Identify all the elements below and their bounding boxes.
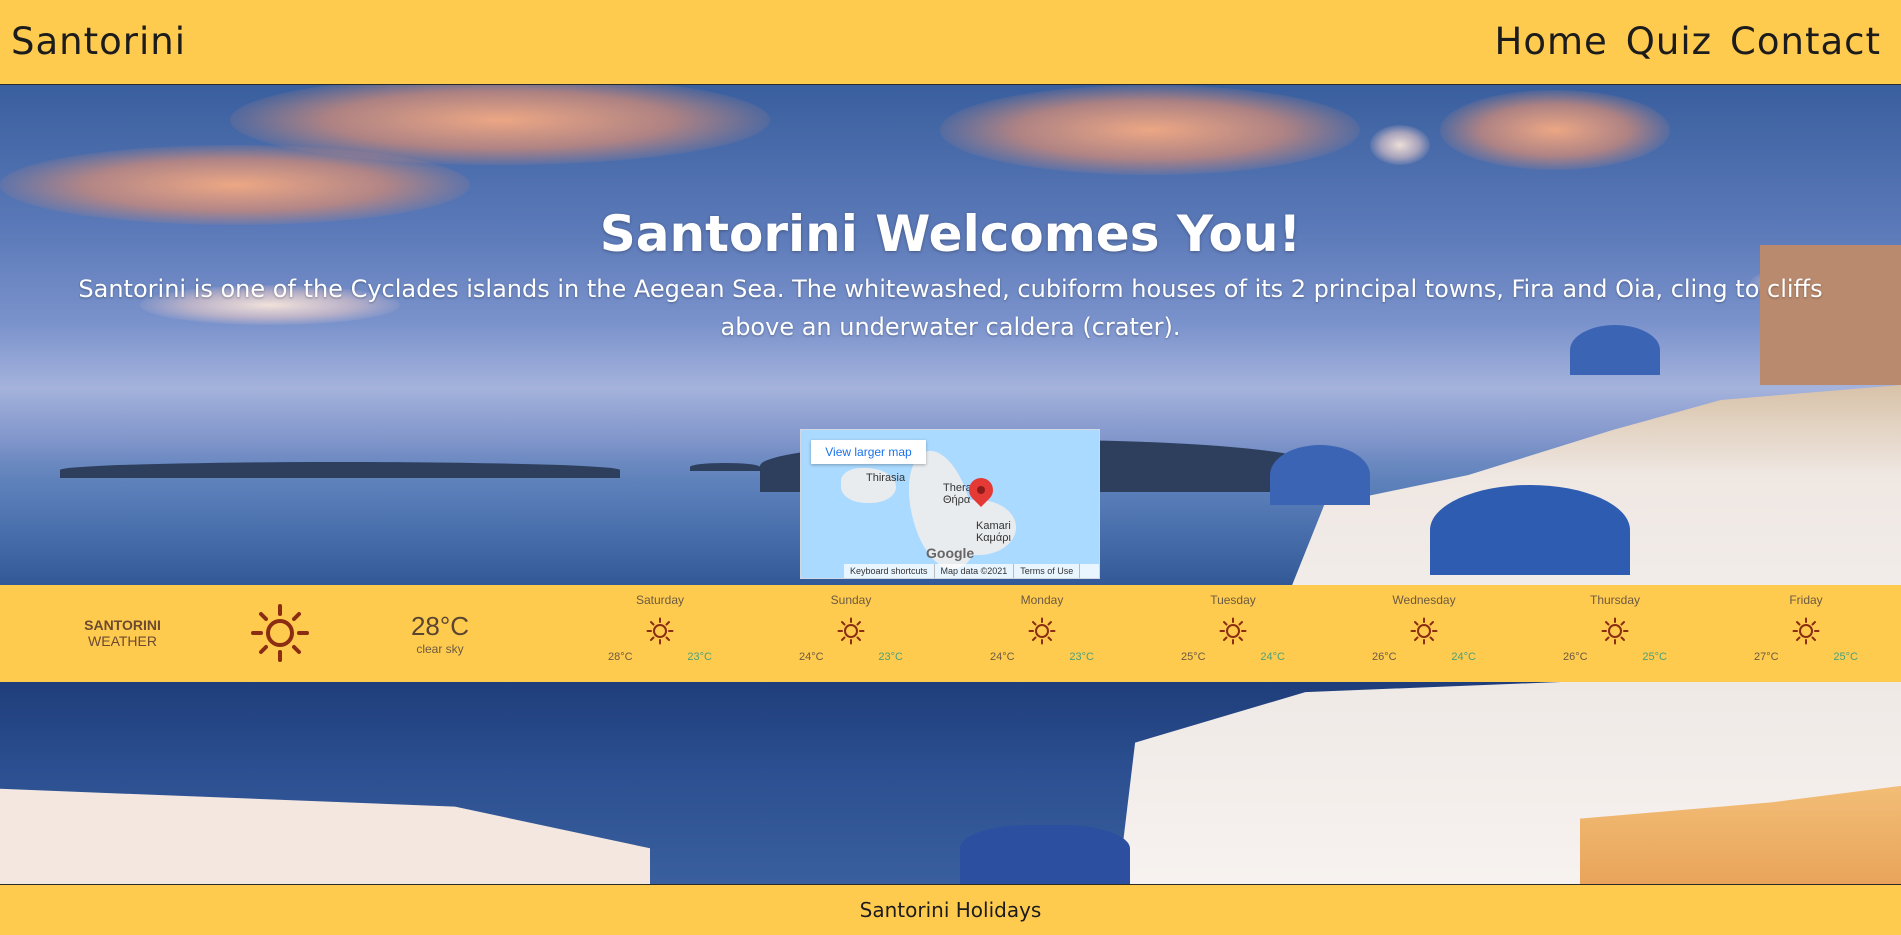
sun-icon bbox=[646, 617, 674, 645]
forecast-day: Sunday 24°C 23°C bbox=[786, 593, 916, 667]
site-brand[interactable]: Santorini bbox=[11, 20, 186, 63]
forecast-low: 23°C bbox=[687, 651, 712, 663]
forecast-low: 23°C bbox=[878, 651, 903, 663]
forecast-temps: 26°C 25°C bbox=[1550, 651, 1680, 667]
map-label-thirasia: Thirasia bbox=[866, 472, 906, 484]
forecast-day-name: Wednesday bbox=[1392, 593, 1456, 607]
site-footer: Santorini Holidays bbox=[0, 884, 1901, 935]
forecast-day: Friday 27°C 25°C bbox=[1741, 593, 1871, 667]
forecast-temps: 24°C 23°C bbox=[977, 651, 1107, 667]
forecast-temps: 27°C 25°C bbox=[1741, 651, 1871, 667]
current-temp: 28°C bbox=[410, 611, 470, 641]
forecast-day: Monday 24°C 23°C bbox=[977, 593, 1107, 667]
keyboard-shortcuts-link[interactable]: Keyboard shortcuts bbox=[844, 564, 935, 578]
footer-text: Santorini Holidays bbox=[859, 898, 1042, 922]
site-header: Santorini Home Quiz Contact bbox=[0, 0, 1901, 85]
sun-icon bbox=[1028, 617, 1056, 645]
weather-subtitle: WEATHER bbox=[88, 633, 157, 649]
nav-contact[interactable]: Contact bbox=[1730, 20, 1881, 63]
forecast-day-name: Monday bbox=[1020, 593, 1064, 607]
map-data-text: Map data ©2021 bbox=[935, 564, 1015, 578]
sun-icon bbox=[837, 617, 865, 645]
forecast-temps: 25°C 24°C bbox=[1168, 651, 1298, 667]
forecast-high: 26°C bbox=[1563, 651, 1588, 663]
forecast-low: 24°C bbox=[1260, 651, 1285, 663]
forecast-low: 25°C bbox=[1833, 651, 1858, 663]
forecast-low: 25°C bbox=[1642, 651, 1667, 663]
forecast-day: Wednesday 26°C 24°C bbox=[1359, 593, 1489, 667]
forecast-high: 28°C bbox=[608, 651, 633, 663]
forecast-temps: 24°C 23°C bbox=[786, 651, 916, 667]
forecast-day-name: Thursday bbox=[1589, 593, 1641, 607]
forecast-day: Saturday 28°C 23°C bbox=[595, 593, 725, 667]
forecast-high: 24°C bbox=[799, 651, 824, 663]
forecast-temps: 26°C 24°C bbox=[1359, 651, 1489, 667]
main-nav: Home Quiz Contact bbox=[1495, 20, 1882, 63]
forecast-high: 26°C bbox=[1372, 651, 1397, 663]
current-description: clear sky bbox=[416, 642, 464, 656]
embedded-map[interactable]: View larger map Thirasia Thera Θήρα Kama… bbox=[800, 429, 1100, 579]
weather-city-name: SANTORINI bbox=[84, 617, 161, 633]
view-larger-map-link[interactable]: View larger map bbox=[811, 440, 926, 464]
sun-icon bbox=[1410, 617, 1438, 645]
weather-widget: SANTORINI WEATHER 28°C clear sky Saturda… bbox=[0, 585, 1901, 682]
forecast-day-name: Friday bbox=[1789, 593, 1823, 607]
current-weather: 28°C clear sky bbox=[380, 611, 500, 656]
terms-of-use-link[interactable]: Terms of Use bbox=[1014, 564, 1081, 578]
map-label-kamari-greek: Καμάρι bbox=[976, 532, 1011, 544]
forecast-day-name: Saturday bbox=[635, 593, 685, 607]
sun-icon bbox=[1792, 617, 1820, 645]
forecast-day-name: Tuesday bbox=[1210, 593, 1256, 607]
nav-home[interactable]: Home bbox=[1495, 20, 1608, 63]
google-logo: Google bbox=[926, 545, 975, 561]
map-label-thera-greek: Θήρα bbox=[943, 494, 971, 506]
map-footer: Keyboard shortcuts Map data ©2021 Terms … bbox=[844, 564, 1099, 578]
map-label-thera: Thera bbox=[943, 482, 972, 494]
forecast-day: Tuesday 25°C 24°C bbox=[1168, 593, 1298, 667]
forecast-high: 25°C bbox=[1181, 651, 1206, 663]
forecast-temps: 28°C 23°C bbox=[595, 651, 725, 667]
hero-description: Santorini is one of the Cyclades islands… bbox=[78, 275, 1823, 341]
forecast-high: 24°C bbox=[990, 651, 1015, 663]
forecast-day-name: Sunday bbox=[830, 593, 872, 607]
forecast-high: 27°C bbox=[1754, 651, 1779, 663]
nav-quiz[interactable]: Quiz bbox=[1626, 20, 1712, 63]
hero-title: Santorini Welcomes You! bbox=[599, 205, 1302, 263]
forecast-day: Thursday 26°C 25°C bbox=[1550, 593, 1680, 667]
weather-city: SANTORINI WEATHER bbox=[60, 617, 185, 649]
forecast-low: 23°C bbox=[1069, 651, 1094, 663]
sun-icon bbox=[1601, 617, 1629, 645]
sun-icon bbox=[251, 604, 309, 662]
sun-icon bbox=[1219, 617, 1247, 645]
map-label-kamari: Kamari bbox=[976, 520, 1011, 532]
forecast-low: 24°C bbox=[1451, 651, 1476, 663]
